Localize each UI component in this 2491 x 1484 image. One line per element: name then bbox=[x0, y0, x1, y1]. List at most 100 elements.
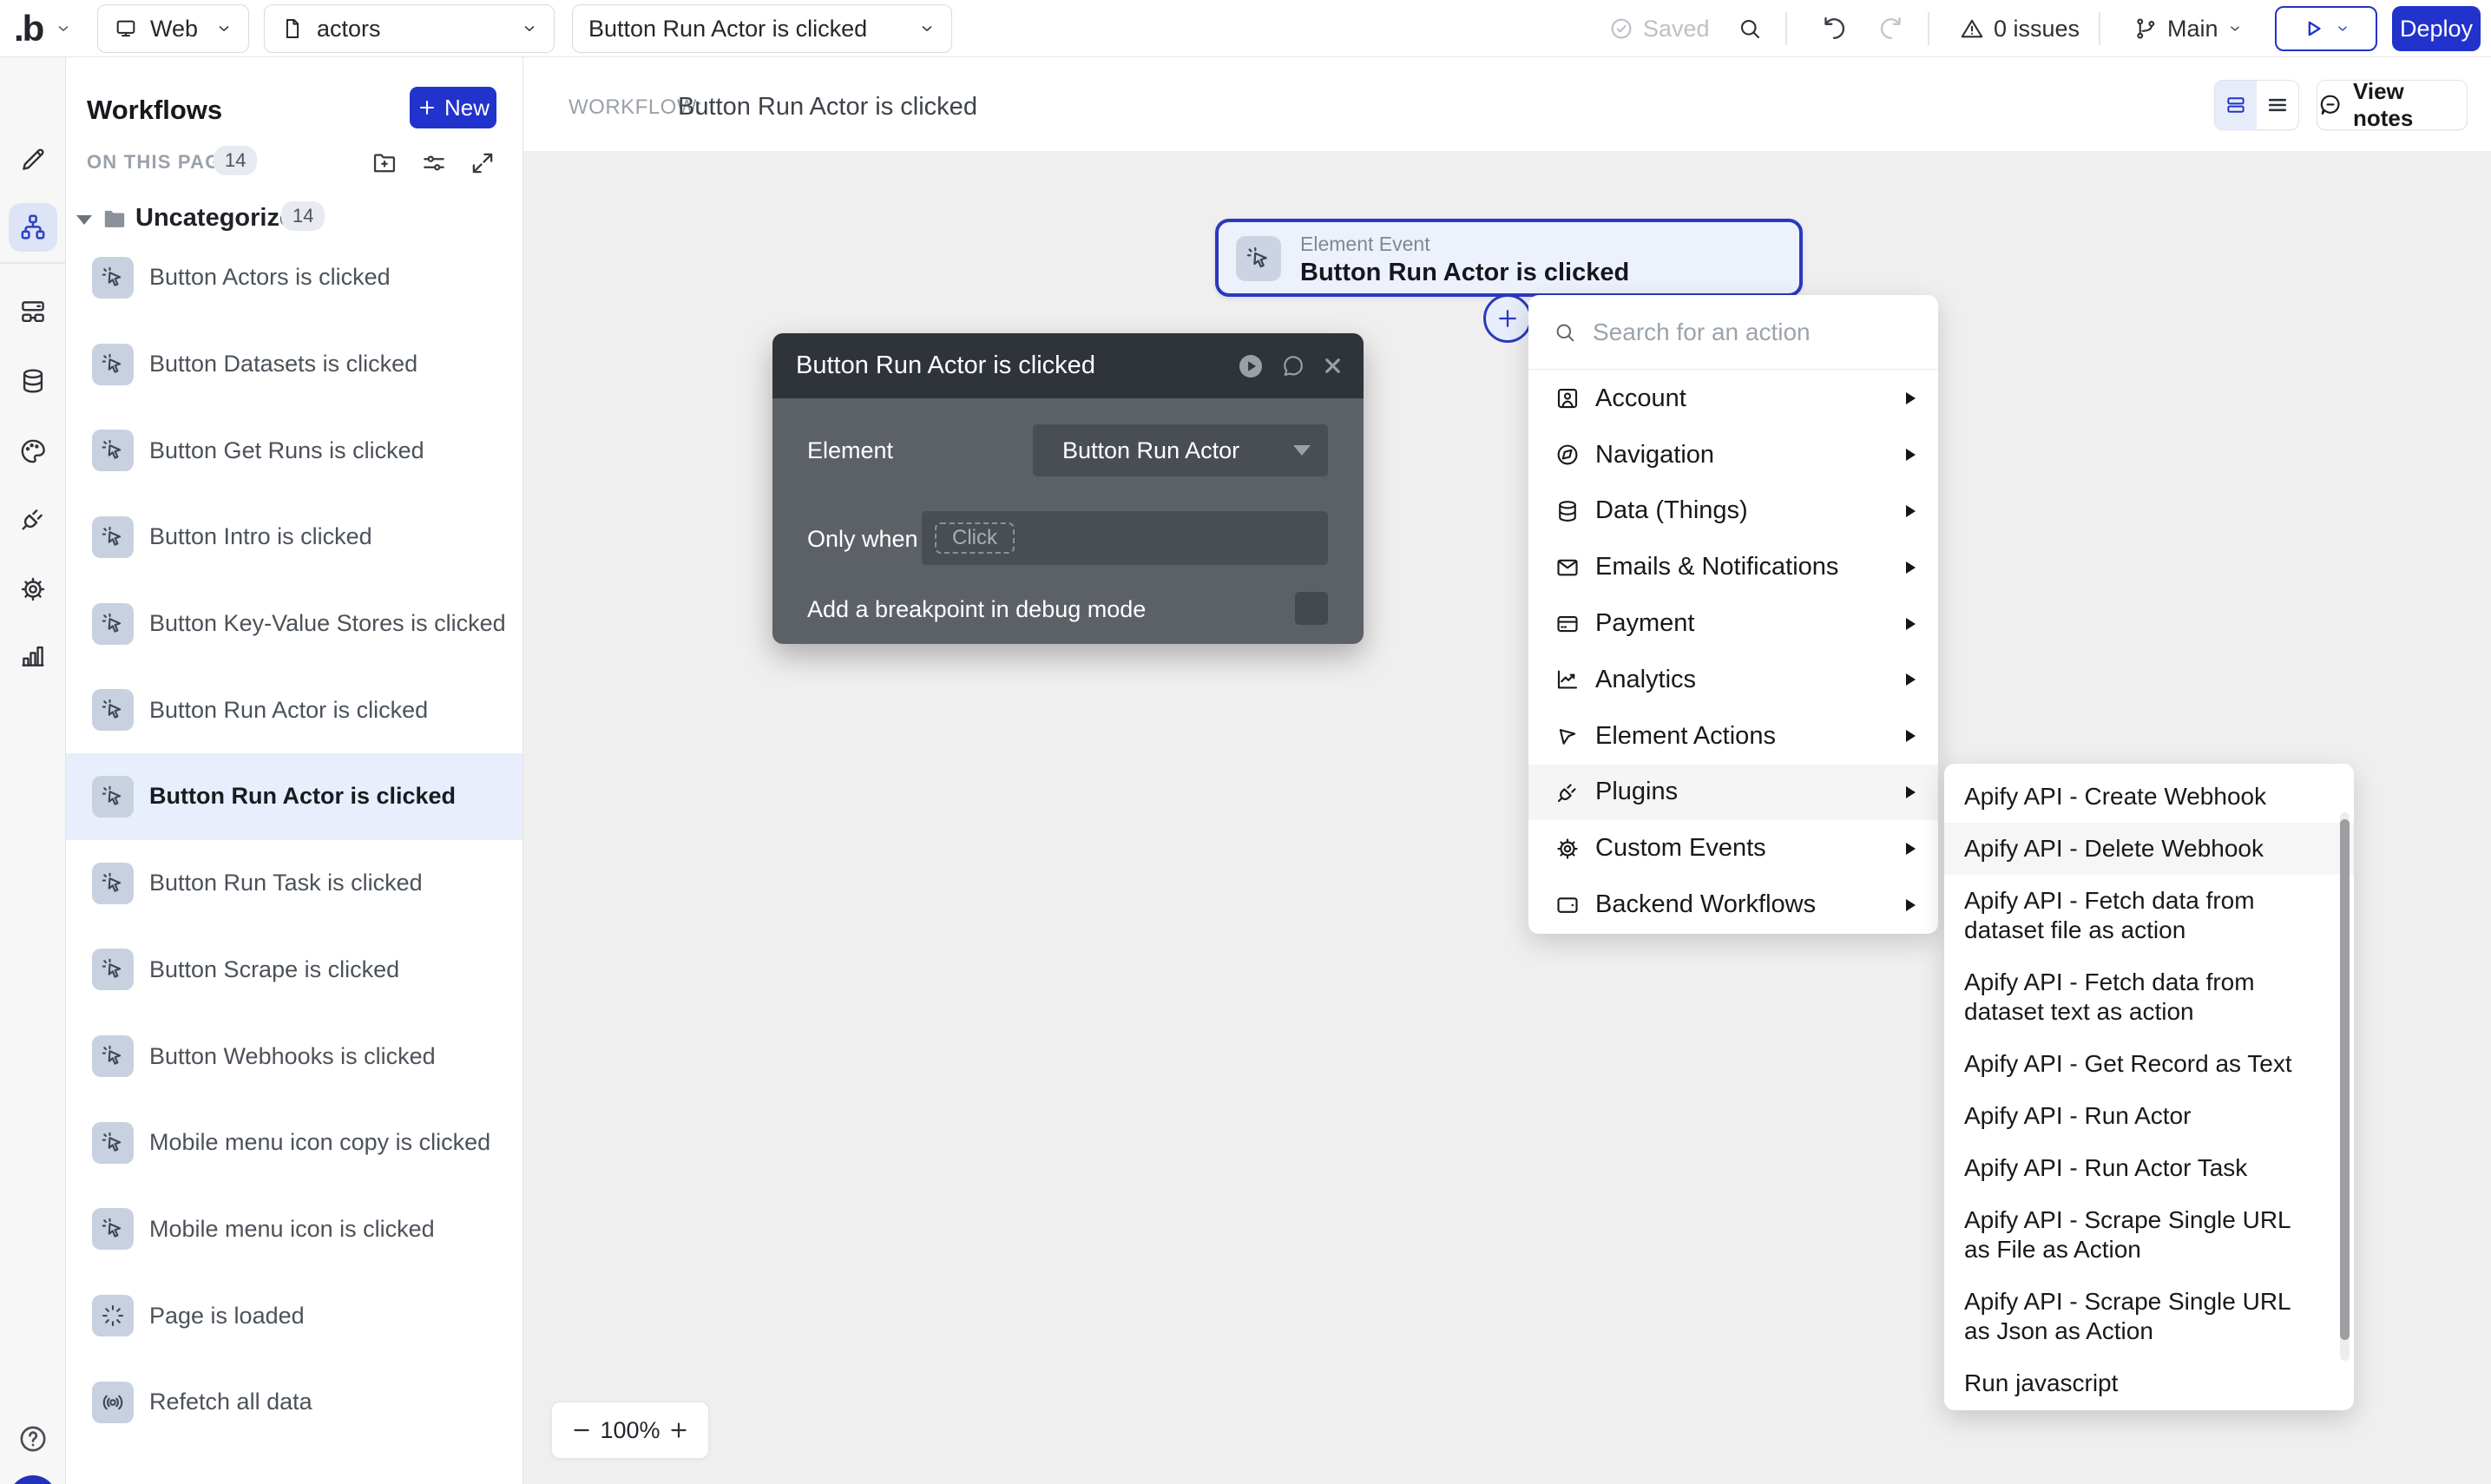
submenu-arrow-icon bbox=[1906, 449, 1916, 462]
workflow-list-item[interactable]: Button Run Actor is clicked bbox=[66, 666, 523, 753]
dialog-header[interactable]: Button Run Actor is clicked bbox=[772, 333, 1364, 398]
undo-icon bbox=[1819, 14, 1849, 43]
add-folder-icon[interactable] bbox=[371, 149, 398, 177]
comment-icon[interactable] bbox=[1280, 353, 1306, 379]
add-action-button[interactable] bbox=[1483, 294, 1532, 343]
folder-icon bbox=[101, 205, 128, 233]
submenu-arrow-icon bbox=[1906, 673, 1916, 686]
workflow-list-item[interactable]: Mobile menu icon copy is clicked bbox=[66, 1100, 523, 1186]
workflow-list-item[interactable]: Button Key-Value Stores is clicked bbox=[66, 581, 523, 667]
search-button[interactable] bbox=[1737, 0, 1763, 57]
zoom-control: 100% bbox=[551, 1402, 709, 1459]
plugin-action-apify-api-fetch-data-from-dataset-text-as-action[interactable]: Apify API - Fetch data from dataset text… bbox=[1944, 956, 2354, 1038]
zoom-out-icon[interactable] bbox=[570, 1419, 593, 1441]
action-category-account[interactable]: Account bbox=[1528, 371, 1938, 427]
workflow-list-item[interactable]: Button Webhooks is clicked bbox=[66, 1013, 523, 1100]
issues-button[interactable]: 0 issues bbox=[1959, 0, 2080, 57]
action-menu: AccountNavigationData (Things)Emails & N… bbox=[1528, 295, 1938, 934]
plugin-action-apify-api-scrape-single-url-as-json-as-action[interactable]: Apify API - Scrape Single URL as Json as… bbox=[1944, 1276, 2354, 1357]
action-search-input[interactable] bbox=[1593, 318, 1879, 346]
workflow-list-item[interactable]: Mobile menu icon is clicked bbox=[66, 1186, 523, 1273]
chevron-down-icon bbox=[2227, 21, 2243, 36]
plugin-action-apify-api-scrape-single-url-as-file-as-action[interactable]: Apify API - Scrape Single URL as File as… bbox=[1944, 1194, 2354, 1276]
element-select[interactable]: Button Run Actor bbox=[1033, 424, 1328, 476]
only-when-input[interactable]: Click bbox=[922, 511, 1328, 565]
elements-tab-icon[interactable] bbox=[18, 297, 48, 326]
run-icon[interactable] bbox=[1236, 351, 1265, 381]
platform-dropdown[interactable]: Web bbox=[97, 4, 249, 53]
preview-button[interactable] bbox=[2275, 6, 2377, 51]
plugin-action-list: Apify API - Create Webhook Apify API - De… bbox=[1944, 771, 2354, 1409]
on-this-page-label: ON THIS PAGE bbox=[87, 151, 235, 173]
plugin-action-apify-api-get-record-as-text[interactable]: Apify API - Get Record as Text bbox=[1944, 1038, 2354, 1090]
design-tab-pencil-icon[interactable] bbox=[18, 145, 48, 174]
workflow-list-item[interactable]: Button Intro is clicked bbox=[66, 494, 523, 581]
action-category-emails-notifications[interactable]: Emails & Notifications bbox=[1528, 539, 1938, 595]
workflow-list-item[interactable]: Button Actors is clicked bbox=[66, 234, 523, 321]
filter-sliders-icon[interactable] bbox=[420, 149, 448, 177]
expand-icon[interactable] bbox=[469, 149, 496, 177]
workflow-list-item[interactable]: Page is loaded bbox=[66, 1272, 523, 1359]
scrollbar-thumb[interactable] bbox=[2340, 819, 2350, 1340]
close-icon[interactable] bbox=[1321, 354, 1344, 378]
action-category-navigation[interactable]: Navigation bbox=[1528, 427, 1938, 483]
help-icon[interactable] bbox=[16, 1422, 49, 1455]
workflow-canvas[interactable]: WORKFLOW: Button Run Actor is clicked Vi… bbox=[523, 57, 2491, 1484]
envelope-icon bbox=[1554, 555, 1581, 581]
element-event-node[interactable]: Element Event Button Run Actor is clicke… bbox=[1215, 219, 1803, 297]
top-bar: .b Web actors Button Run Actor is clicke… bbox=[0, 0, 2491, 57]
workflow-list-item[interactable]: Refetch all data bbox=[66, 1359, 523, 1446]
new-workflow-button[interactable]: New bbox=[410, 87, 496, 128]
settings-tab-gear-icon[interactable] bbox=[18, 575, 48, 604]
undo-button[interactable] bbox=[1819, 0, 1849, 57]
action-category-payment[interactable]: Payment bbox=[1528, 595, 1938, 652]
action-category-custom-events[interactable]: Custom Events bbox=[1528, 820, 1938, 877]
data-tab-database-icon[interactable] bbox=[18, 366, 48, 396]
redo-button[interactable] bbox=[1876, 0, 1906, 57]
zoom-in-icon[interactable] bbox=[667, 1419, 690, 1441]
deploy-button[interactable]: Deploy bbox=[2392, 6, 2481, 51]
plugin-action-apify-api-create-webhook[interactable]: Apify API - Create Webhook bbox=[1944, 771, 2354, 823]
plugin-action-apify-api-fetch-data-from-dataset-file-as-action[interactable]: Apify API - Fetch data from dataset file… bbox=[1944, 875, 2354, 956]
compass-icon bbox=[1554, 442, 1581, 468]
workflow-list-item[interactable]: Button Datasets is clicked bbox=[66, 321, 523, 408]
window-icon bbox=[1554, 892, 1581, 918]
workflow-list-item[interactable]: Button Get Runs is clicked bbox=[66, 407, 523, 494]
divider bbox=[1785, 12, 1787, 45]
action-category-backend-workflows[interactable]: Backend Workflows bbox=[1528, 877, 1938, 933]
workflow-list-item[interactable]: Button Run Actor is clicked bbox=[66, 753, 523, 840]
logs-tab-chart-icon[interactable] bbox=[18, 641, 48, 671]
action-category-plugins[interactable]: Plugins bbox=[1528, 764, 1938, 821]
plugin-action-run-javascript[interactable]: Run javascript bbox=[1944, 1357, 2354, 1409]
workflow-list-item[interactable]: Button Run Task is clicked bbox=[66, 840, 523, 927]
workflow-tab-active[interactable] bbox=[9, 203, 57, 252]
workflow-dropdown[interactable]: Button Run Actor is clicked bbox=[572, 4, 952, 53]
submenu-arrow-icon bbox=[1906, 898, 1916, 911]
cursor-click-icon bbox=[92, 775, 134, 818]
plugin-action-apify-api-run-actor[interactable]: Apify API - Run Actor bbox=[1944, 1090, 2354, 1142]
cursor-arrow-icon bbox=[1554, 723, 1581, 749]
action-category-analytics[interactable]: Analytics bbox=[1528, 652, 1938, 708]
workflows-panel: Workflows New ON THIS PAGE 14 Uncategori… bbox=[66, 57, 523, 1484]
workflow-list-item[interactable]: Button Scrape is clicked bbox=[66, 927, 523, 1014]
breakpoint-checkbox[interactable] bbox=[1295, 592, 1328, 625]
card-view-button[interactable] bbox=[2215, 81, 2257, 129]
click-condition-chip[interactable]: Click bbox=[935, 522, 1015, 554]
action-category-data-things[interactable]: Data (Things) bbox=[1528, 483, 1938, 540]
action-category-element-actions[interactable]: Element Actions bbox=[1528, 708, 1938, 765]
plugin-action-apify-api-run-actor-task[interactable]: Apify API - Run Actor Task bbox=[1944, 1142, 2354, 1194]
folder-count-badge: 14 bbox=[281, 201, 325, 231]
plugins-tab-plug-icon[interactable] bbox=[18, 504, 48, 534]
plugin-action-apify-api-delete-webhook[interactable]: Apify API - Delete Webhook bbox=[1944, 823, 2354, 875]
branch-dropdown[interactable]: Main bbox=[2133, 0, 2243, 57]
chevron-down-icon bbox=[2335, 21, 2350, 36]
app-logo-menu[interactable]: .b bbox=[14, 7, 72, 50]
page-dropdown[interactable]: actors bbox=[264, 4, 555, 53]
view-notes-button[interactable]: View notes bbox=[2317, 78, 2468, 131]
plug-icon bbox=[1554, 779, 1581, 805]
divider bbox=[2099, 12, 2100, 45]
list-view-button[interactable] bbox=[2257, 81, 2298, 129]
avatar[interactable]: I bbox=[9, 1475, 57, 1484]
only-when-label: Only when bbox=[807, 526, 918, 552]
styles-tab-palette-icon[interactable] bbox=[18, 437, 48, 466]
